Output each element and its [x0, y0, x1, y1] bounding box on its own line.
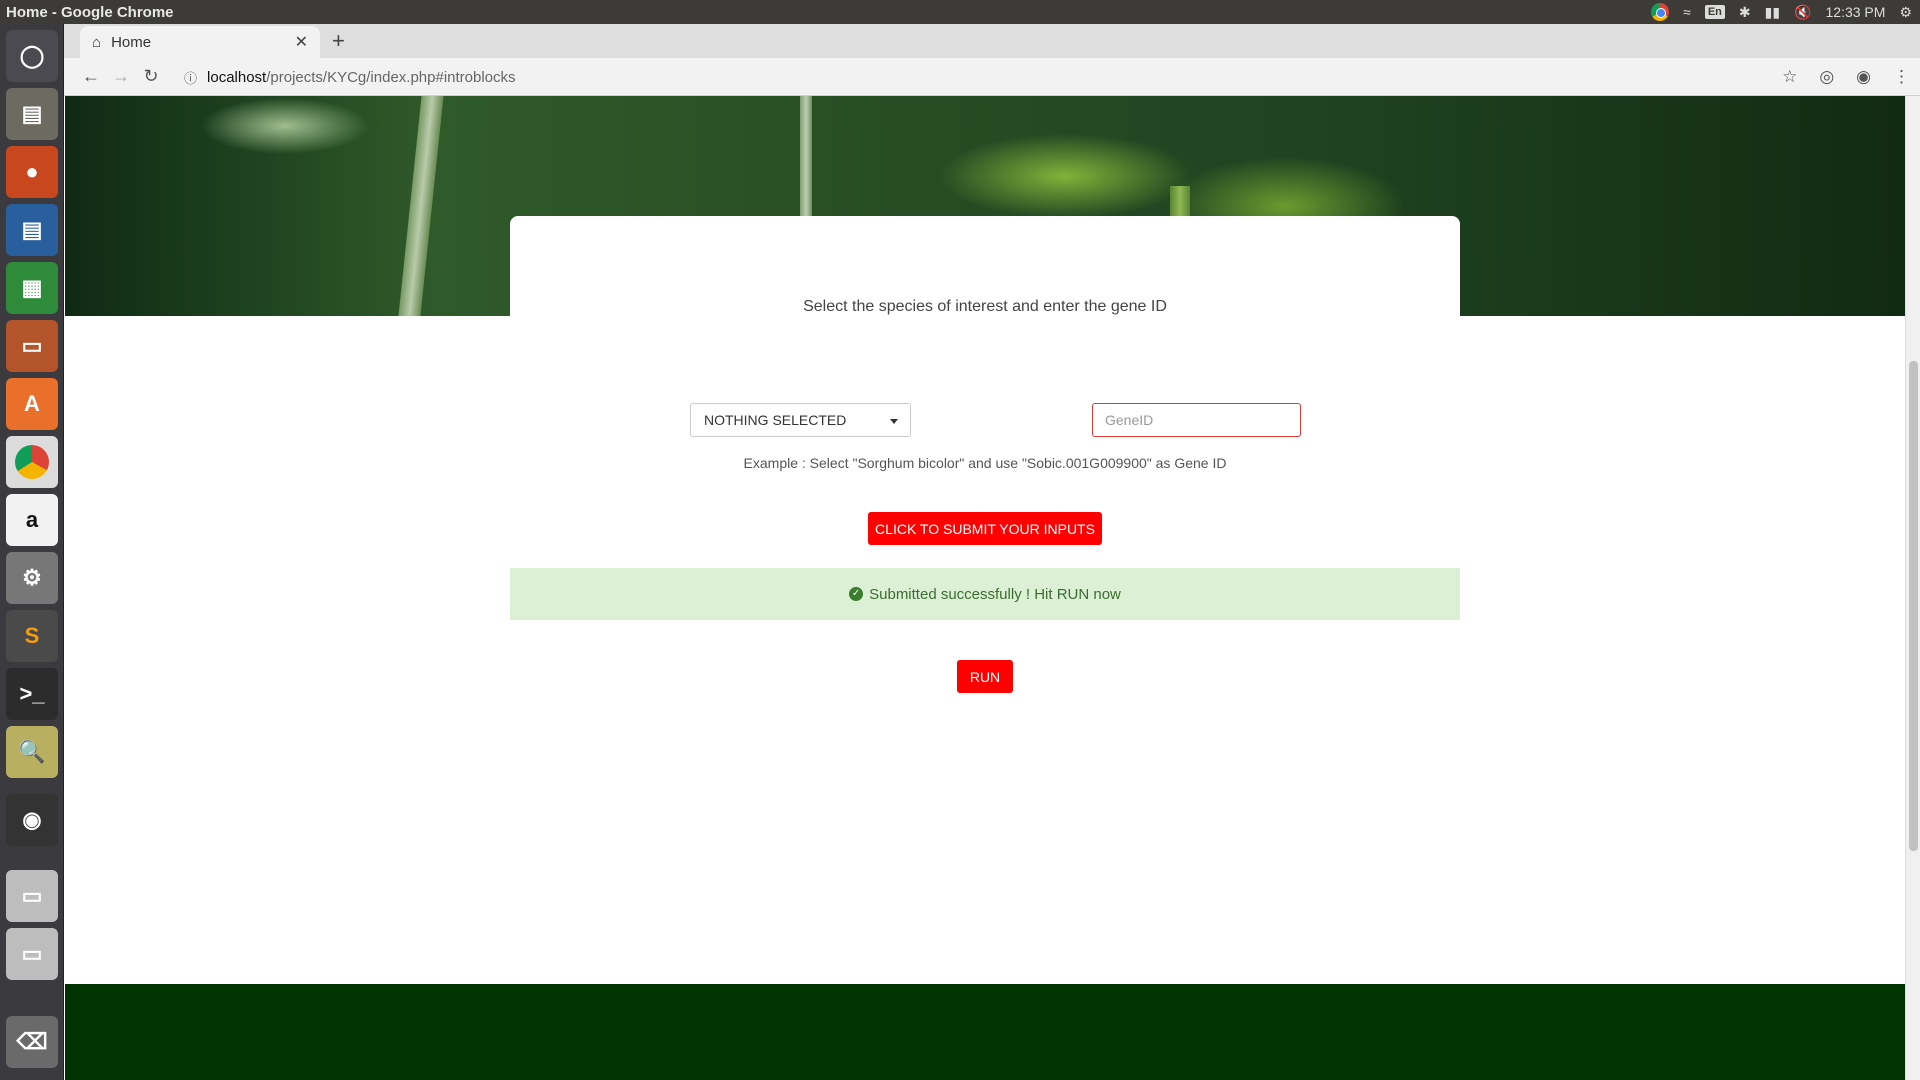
forward-button[interactable]: →: [106, 66, 136, 87]
launcher: ◯ ▤ ● ▤ ▦ ▭ A a ⚙ S >_ 🔍 ◉ ▭ ▭ ⌫: [0, 24, 64, 1080]
bluetooth-icon[interactable]: ✱: [1739, 4, 1751, 21]
success-alert: ✓ Submitted successfully ! Hit RUN now: [510, 568, 1460, 620]
terminal-icon[interactable]: >_: [6, 668, 58, 720]
run-button[interactable]: RUN: [957, 660, 1013, 693]
drive-icon[interactable]: ▭: [6, 870, 58, 922]
url-path: /projects/KYCg/index.php#introblocks: [266, 68, 516, 86]
address-bar[interactable]: ⓘ localhost/projects/KYCg/index.php#intr…: [184, 61, 1824, 93]
gear-icon[interactable]: ⚙: [1899, 4, 1912, 21]
trash-icon[interactable]: ⌫: [6, 1016, 58, 1068]
info-icon[interactable]: ⓘ: [184, 68, 197, 87]
image-viewer-icon[interactable]: 🔍: [6, 726, 58, 778]
url-host: localhost: [207, 68, 267, 86]
submit-inputs-button[interactable]: CLICK TO SUBMIT YOUR INPUTS: [868, 512, 1102, 545]
tab-title: Home: [111, 33, 152, 51]
profile-avatar[interactable]: ◉: [1856, 67, 1871, 87]
species-select-value: NOTHING SELECTED: [704, 412, 847, 428]
ubuntu-dash-icon[interactable]: ◯: [6, 30, 58, 82]
software-center-icon[interactable]: A: [6, 378, 58, 430]
keyboard-layout-indicator[interactable]: En: [1704, 5, 1725, 19]
page-footer: [65, 984, 1905, 1080]
system-settings-icon[interactable]: ⚙: [6, 552, 58, 604]
system-top-bar: Home - Google Chrome ≈ En ✱ ▮▮ 🔇 12:33 P…: [0, 0, 1920, 24]
form-card: [510, 216, 1460, 336]
home-icon: ⌂: [92, 33, 102, 51]
instruction-text: Select the species of interest and enter…: [803, 298, 1167, 315]
browser-toolbar: ← → ↻ ⓘ localhost/projects/KYCg/index.ph…: [64, 58, 1920, 96]
drive-icon[interactable]: ▭: [6, 928, 58, 980]
translate-icon[interactable]: ◎: [1819, 67, 1834, 87]
disk-icon[interactable]: ◉: [6, 794, 58, 846]
firefox-icon[interactable]: ●: [6, 146, 58, 198]
species-select[interactable]: NOTHING SELECTED: [690, 403, 911, 437]
files-icon[interactable]: ▤: [6, 88, 58, 140]
reload-button[interactable]: ↻: [136, 66, 166, 87]
calc-icon[interactable]: ▦: [6, 262, 58, 314]
battery-icon[interactable]: ▮▮: [1765, 4, 1780, 21]
volume-muted-icon[interactable]: 🔇: [1794, 4, 1811, 21]
chrome-icon[interactable]: [6, 436, 58, 488]
success-alert-text: Submitted successfully ! Hit RUN now: [869, 585, 1121, 603]
toolbar-actions: ☆ ◎ ◉ ⋮: [1782, 58, 1910, 96]
bookmark-star-icon[interactable]: ☆: [1782, 67, 1797, 87]
clock[interactable]: 12:33 PM: [1826, 4, 1886, 20]
amazon-icon[interactable]: a: [6, 494, 58, 546]
example-text: Example : Select "Sorghum bicolor" and u…: [743, 455, 1227, 471]
caret-down-icon: [890, 419, 898, 424]
window-title: Home - Google Chrome: [6, 3, 174, 21]
scrollbar-thumb[interactable]: [1909, 361, 1918, 851]
writer-icon[interactable]: ▤: [6, 204, 58, 256]
close-tab-icon[interactable]: ✕: [295, 32, 308, 52]
check-circle-icon: ✓: [849, 587, 864, 601]
new-tab-button[interactable]: +: [332, 28, 345, 54]
page-scrollbar[interactable]: [1905, 96, 1920, 1080]
plant-stem-graphic: [398, 96, 444, 316]
menu-icon[interactable]: ⋮: [1893, 67, 1910, 87]
gene-id-input[interactable]: [1092, 403, 1301, 437]
back-button[interactable]: ←: [76, 66, 106, 87]
impress-icon[interactable]: ▭: [6, 320, 58, 372]
tab-home[interactable]: ⌂ Home ✕: [80, 26, 320, 58]
tab-strip: ⌂ Home ✕ +: [64, 24, 1920, 58]
system-tray: ≈ En ✱ ▮▮ 🔇 12:33 PM ⚙: [1651, 0, 1912, 24]
chrome-indicator-icon[interactable]: [1651, 3, 1670, 21]
page-content: Select the species of interest and enter…: [65, 96, 1905, 1080]
wifi-icon[interactable]: ≈: [1683, 4, 1691, 20]
sublime-text-icon[interactable]: S: [6, 610, 58, 662]
